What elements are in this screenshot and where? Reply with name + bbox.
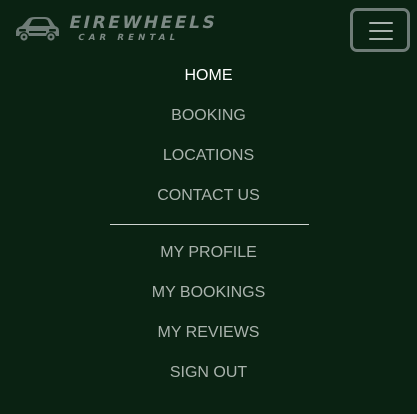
nav-link-my-bookings[interactable]: MY BOOKINGS: [0, 273, 417, 313]
nav-link-sign-out[interactable]: SIGN OUT: [0, 353, 417, 393]
brand-logo[interactable]: EIREWHEELS CAR RENTAL: [12, 12, 220, 46]
nav-link-locations[interactable]: LOCATIONS: [0, 136, 417, 176]
nav-link-contact-us[interactable]: CONTACT US: [0, 176, 417, 216]
brand-name: EIREWHEELS: [67, 13, 220, 33]
nav-link-home[interactable]: HOME: [0, 56, 417, 96]
nav-link-my-profile[interactable]: MY PROFILE: [0, 233, 417, 273]
navbar-toggle-button[interactable]: [350, 8, 410, 52]
nav-link-my-reviews[interactable]: MY REVIEWS: [0, 313, 417, 353]
navbar: EIREWHEELS CAR RENTAL HOME BOOKING LOCAT…: [0, 0, 417, 414]
nav-divider: [110, 224, 309, 225]
brand-wordmark: EIREWHEELS CAR RENTAL: [65, 13, 220, 44]
brand-tagline: CAR RENTAL: [77, 33, 181, 43]
sports-car-icon: [16, 17, 59, 42]
nav-link-booking[interactable]: BOOKING: [0, 96, 417, 136]
hamburger-menu-icon: [369, 22, 393, 40]
